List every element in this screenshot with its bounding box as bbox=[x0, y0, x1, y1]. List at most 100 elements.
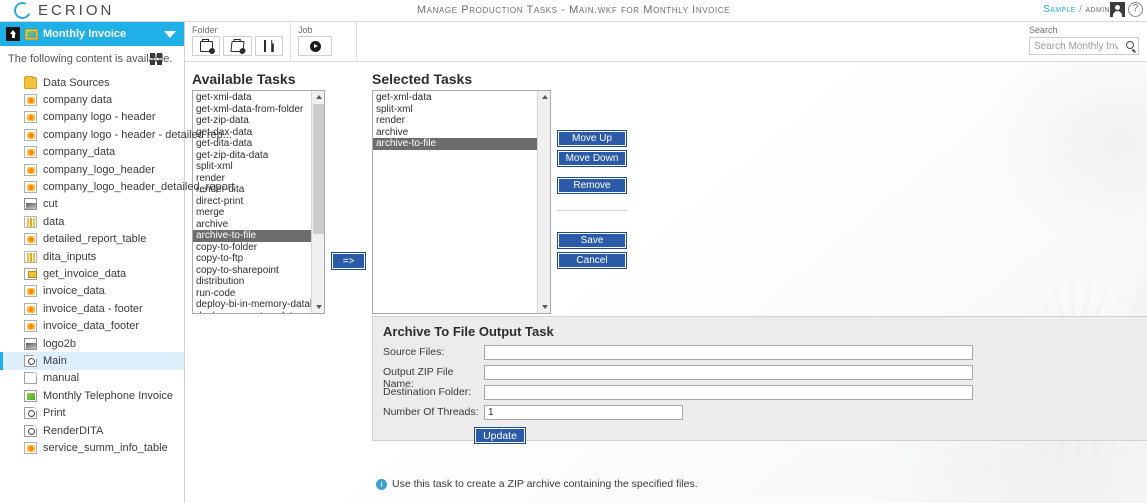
sidebar-item[interactable]: cut bbox=[0, 196, 184, 213]
grid-view-icon[interactable] bbox=[150, 53, 162, 65]
task-list-item[interactable]: copy-to-sharepoint bbox=[193, 265, 311, 277]
number-of-threads-input[interactable] bbox=[484, 405, 683, 420]
account-org[interactable]: Sample bbox=[1043, 4, 1076, 15]
sidebar-item[interactable]: company data bbox=[0, 91, 184, 108]
sidebar-item[interactable]: detailed_report_table bbox=[0, 231, 184, 248]
task-list-item[interactable]: copy-to-ftp bbox=[193, 253, 311, 265]
sidebar-item[interactable]: Main bbox=[0, 352, 184, 371]
task-list-item[interactable]: get-xml-data-from-folder bbox=[193, 104, 311, 116]
task-list-item[interactable]: deploy-server-template bbox=[193, 311, 311, 314]
output-zip-file-name-input[interactable] bbox=[484, 365, 973, 380]
scroll-up-icon[interactable] bbox=[538, 91, 550, 103]
search-input[interactable] bbox=[1030, 38, 1122, 54]
sidebar-item-label: service_summ_info_table bbox=[43, 441, 168, 454]
account-user[interactable]: admin bbox=[1085, 4, 1110, 15]
sidebar-item[interactable]: dita_inputs bbox=[0, 248, 184, 265]
cancel-button[interactable]: Cancel bbox=[557, 252, 627, 269]
task-list-item[interactable]: direct-print bbox=[193, 196, 311, 208]
sidebar-item[interactable]: company logo - header - detailed rep... bbox=[0, 126, 232, 143]
task-list-item[interactable]: split-xml bbox=[193, 161, 311, 173]
move-up-button[interactable]: Move Up bbox=[557, 130, 627, 147]
scroll-up-icon[interactable] bbox=[312, 91, 324, 103]
sidebar-item[interactable]: logo2b bbox=[0, 335, 184, 352]
available-tasks-list[interactable]: get-xml-data get-xml-data-from-folder get-… bbox=[192, 90, 325, 314]
task-list-item[interactable]: copy-to-folder bbox=[193, 242, 311, 254]
toolbar: Folder Job Search bbox=[185, 22, 1147, 62]
sidebar-item[interactable]: service_summ_info_table bbox=[0, 439, 184, 456]
selected-tasks-title: Selected Tasks bbox=[372, 71, 473, 87]
save-button[interactable]: Save bbox=[557, 232, 627, 249]
sidebar-item-label: company_logo_header bbox=[43, 163, 155, 176]
sidebar-item[interactable]: data bbox=[0, 213, 184, 230]
sidebar-subtitle-row: The following content is available. bbox=[0, 46, 184, 72]
go-up-icon[interactable] bbox=[6, 27, 20, 41]
destination-folder-input[interactable] bbox=[484, 385, 973, 400]
new-folder-button[interactable] bbox=[192, 36, 221, 56]
search-icon[interactable] bbox=[1126, 41, 1134, 49]
sidebar-item[interactable]: company logo - header bbox=[0, 109, 184, 126]
page-icon bbox=[24, 372, 37, 385]
sidebar-item-label: Data Sources bbox=[43, 76, 110, 89]
sidebar-header[interactable]: Monthly Invoice bbox=[0, 22, 184, 46]
scroll-down-icon[interactable] bbox=[538, 301, 550, 313]
sidebar-item[interactable]: company_logo_header_detailed_report bbox=[0, 178, 234, 195]
sidebar: Monthly Invoice The following content is… bbox=[0, 22, 234, 503]
task-hint-text: Use this task to create a ZIP archive co… bbox=[392, 478, 698, 490]
task-list-item[interactable]: archive bbox=[373, 127, 537, 139]
image-icon bbox=[24, 337, 37, 350]
workflow-icon bbox=[24, 407, 37, 420]
remove-button[interactable]: Remove bbox=[557, 177, 627, 194]
selected-tasks-list[interactable]: get-xml-data split-xml render archive archiv… bbox=[372, 90, 551, 314]
task-list-item[interactable]: get-xml-data bbox=[373, 92, 537, 104]
chevron-down-icon[interactable] bbox=[164, 31, 176, 38]
task-list-item[interactable]: render bbox=[373, 115, 537, 127]
source-files-input[interactable] bbox=[484, 345, 973, 360]
task-list-item[interactable]: archive bbox=[193, 219, 311, 231]
xml-data-icon bbox=[24, 320, 37, 333]
sidebar-item[interactable]: RenderDITA bbox=[0, 422, 184, 439]
database-icon bbox=[24, 215, 37, 228]
xml-data-icon bbox=[24, 163, 37, 176]
available-tasks-items: get-xml-data get-xml-data-from-folder get-… bbox=[193, 91, 324, 314]
task-list-item[interactable]: get-zip-dita-data bbox=[193, 150, 311, 162]
scrollbar-thumb[interactable] bbox=[313, 104, 324, 234]
search-box[interactable] bbox=[1029, 37, 1139, 55]
move-down-button[interactable]: Move Down bbox=[557, 150, 627, 167]
sidebar-item[interactable]: get_invoice_data bbox=[0, 265, 184, 282]
available-tasks-scrollbar[interactable] bbox=[311, 91, 324, 313]
update-button[interactable]: Update bbox=[474, 427, 526, 444]
scroll-down-icon[interactable] bbox=[312, 301, 324, 313]
sidebar-item[interactable]: company_logo_header bbox=[0, 161, 184, 178]
task-list-item[interactable]: get-zip-data bbox=[193, 115, 311, 127]
sidebar-item-label: detailed_report_table bbox=[43, 233, 147, 246]
task-list-item[interactable]: archive-to-file bbox=[193, 230, 311, 242]
run-job-button[interactable] bbox=[298, 36, 332, 56]
selected-tasks-scrollbar[interactable] bbox=[537, 91, 550, 313]
folder-tools-button[interactable] bbox=[254, 36, 283, 56]
account-separator: / bbox=[1079, 4, 1083, 15]
available-tasks-title: Available Tasks bbox=[192, 71, 296, 87]
xml-data-icon bbox=[24, 111, 37, 124]
open-folder-button[interactable] bbox=[223, 36, 252, 56]
task-list-item[interactable]: split-xml bbox=[373, 104, 537, 116]
task-list-item[interactable]: run-code bbox=[193, 288, 311, 300]
sidebar-item[interactable]: Monthly Telephone Invoice bbox=[0, 387, 184, 404]
sidebar-item[interactable]: invoice_data - footer bbox=[0, 300, 184, 317]
toolbar-group-folder-label: Folder bbox=[192, 25, 218, 35]
help-icon[interactable]: ? bbox=[1128, 2, 1143, 17]
task-list-item[interactable]: distribution bbox=[193, 276, 311, 288]
task-list-item[interactable]: archive-to-file bbox=[373, 138, 537, 150]
avatar[interactable] bbox=[1110, 2, 1125, 17]
task-list-item[interactable]: merge bbox=[193, 207, 311, 219]
task-list-item[interactable]: get-xml-data bbox=[193, 92, 311, 104]
sidebar-item-label: dita_inputs bbox=[43, 250, 97, 263]
xml-data-icon bbox=[24, 181, 37, 194]
sidebar-item[interactable]: Print bbox=[0, 404, 184, 421]
sidebar-item[interactable]: invoice_data_footer bbox=[0, 317, 184, 334]
task-list-item[interactable]: deploy-bi-in-memory-database bbox=[193, 299, 324, 311]
sidebar-item[interactable]: manual bbox=[0, 370, 184, 387]
sidebar-item[interactable]: company_data bbox=[0, 144, 184, 161]
move-to-selected-button[interactable]: => bbox=[331, 252, 366, 270]
sidebar-item[interactable]: Data Sources bbox=[0, 74, 184, 91]
sidebar-item[interactable]: invoice_data bbox=[0, 283, 184, 300]
